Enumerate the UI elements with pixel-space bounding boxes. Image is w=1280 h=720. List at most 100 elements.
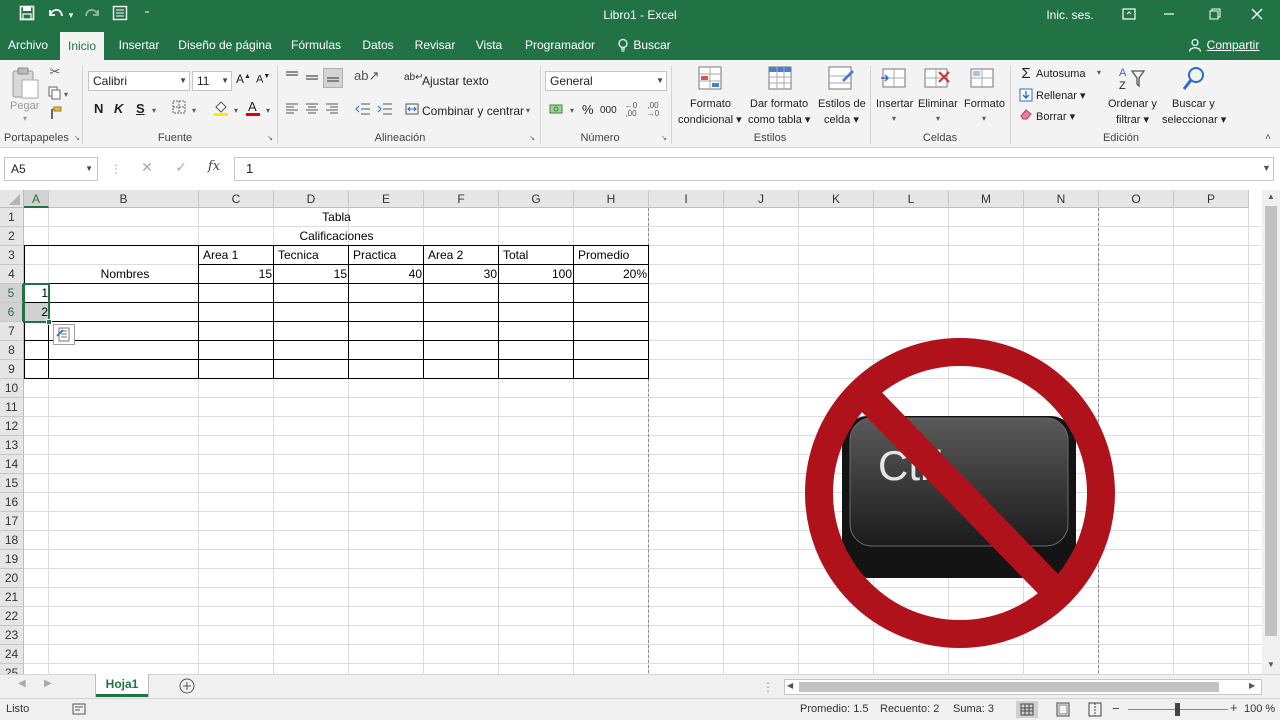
sheet-tab-hoja1[interactable]: Hoja1 bbox=[96, 674, 148, 697]
redo-icon[interactable] bbox=[80, 5, 104, 25]
increase-indent-icon[interactable] bbox=[376, 102, 394, 118]
decrease-decimal-icon[interactable]: ,00 →0 bbox=[644, 102, 662, 118]
column-header-i[interactable]: I bbox=[649, 190, 724, 208]
sort-filter-label-2[interactable]: filtrar ▾ bbox=[1116, 113, 1149, 126]
decrease-indent-icon[interactable] bbox=[354, 102, 372, 118]
expand-formula-icon[interactable]: ▼ bbox=[1262, 163, 1274, 173]
sort-filter-icon[interactable]: AZ bbox=[1116, 64, 1148, 96]
font-color-dropdown-icon[interactable]: ▾ bbox=[264, 106, 272, 115]
restore-icon[interactable] bbox=[1192, 0, 1238, 30]
row-header-11[interactable]: 11 bbox=[0, 398, 24, 417]
page-break-view-icon[interactable] bbox=[1084, 701, 1106, 718]
row-header-7[interactable]: 7 bbox=[0, 322, 24, 341]
tab-revisar[interactable]: Revisar bbox=[408, 30, 462, 60]
tab-datos[interactable]: Datos bbox=[356, 30, 400, 60]
insert-function-icon[interactable]: fx bbox=[204, 159, 224, 179]
copy-dropdown-icon[interactable]: ▾ bbox=[62, 90, 70, 99]
form-icon[interactable] bbox=[110, 5, 130, 25]
column-header-n[interactable]: N bbox=[1024, 190, 1099, 208]
font-size-combo[interactable]: 11 ▼ bbox=[192, 71, 232, 91]
row-header-9[interactable]: 9 bbox=[0, 360, 24, 379]
column-header-b[interactable]: B bbox=[49, 190, 199, 208]
hscroll-thumb[interactable] bbox=[799, 682, 1219, 692]
row-header-10[interactable]: 10 bbox=[0, 379, 24, 398]
font-name-combo[interactable]: Calibri ▼ bbox=[88, 71, 190, 91]
align-bottom-icon[interactable] bbox=[323, 68, 343, 88]
row-header-17[interactable]: 17 bbox=[0, 512, 24, 531]
paste-dropdown-icon[interactable]: ▾ bbox=[20, 114, 30, 123]
new-sheet-icon[interactable] bbox=[178, 677, 196, 695]
align-center-icon[interactable] bbox=[304, 102, 320, 118]
row-header-15[interactable]: 15 bbox=[0, 474, 24, 493]
tab-inicio[interactable]: Inicio bbox=[60, 32, 104, 60]
fill-dropdown-icon[interactable]: ▾ bbox=[232, 106, 240, 115]
clipboard-launcher-icon[interactable]: ↘ bbox=[73, 134, 81, 142]
row-header-3[interactable]: 3 bbox=[0, 246, 24, 265]
cell-d2-subtitle[interactable]: Calificaciones bbox=[274, 227, 399, 246]
underline-dropdown-icon[interactable]: ▾ bbox=[150, 106, 158, 115]
accounting-icon[interactable] bbox=[548, 102, 566, 118]
format-as-table-icon[interactable] bbox=[766, 64, 796, 96]
find-select-label-2[interactable]: seleccionar ▾ bbox=[1162, 113, 1226, 126]
column-header-c[interactable]: C bbox=[199, 190, 274, 208]
format-painter-icon[interactable] bbox=[46, 106, 64, 124]
cell-d3-header[interactable]: Tecnica bbox=[278, 246, 350, 265]
conditional-format-label-1[interactable]: Formato bbox=[690, 98, 731, 110]
fill-handle[interactable] bbox=[46, 319, 52, 325]
minimize-icon[interactable] bbox=[1146, 0, 1192, 30]
cancel-icon[interactable]: ✕ bbox=[138, 159, 156, 179]
cell-e4-weight[interactable]: 40 bbox=[350, 265, 422, 284]
fill-button[interactable]: Rellenar ▾ bbox=[1036, 89, 1086, 102]
wrap-text-icon[interactable]: ab↵ bbox=[404, 72, 424, 88]
cell-e3-header[interactable]: Practica bbox=[353, 246, 425, 265]
number-format-combo[interactable]: General ▼ bbox=[545, 71, 667, 91]
row-header-4[interactable]: 4 bbox=[0, 265, 24, 284]
next-sheet-icon[interactable]: ▶ bbox=[44, 678, 58, 689]
autosum-dropdown-icon[interactable]: ▾ bbox=[1094, 68, 1104, 77]
cell-styles-label-2[interactable]: celda ▾ bbox=[824, 113, 859, 126]
prev-sheet-icon[interactable]: ◀ bbox=[18, 678, 32, 689]
tab-programador[interactable]: Programador bbox=[518, 30, 602, 60]
autofill-options-icon[interactable] bbox=[53, 324, 75, 345]
format-cells-button[interactable]: Formato bbox=[964, 98, 1005, 110]
fill-color-icon[interactable] bbox=[212, 99, 230, 119]
zoom-out-icon[interactable]: − bbox=[1112, 702, 1124, 716]
find-select-label-1[interactable]: Buscar y bbox=[1172, 98, 1215, 110]
merge-center-icon[interactable] bbox=[404, 102, 420, 118]
thousands-button[interactable]: 000 bbox=[600, 105, 617, 116]
cell-g4-weight[interactable]: 100 bbox=[500, 265, 572, 284]
orientation-icon[interactable]: ab↗ bbox=[354, 68, 379, 86]
row-header-16[interactable]: 16 bbox=[0, 493, 24, 512]
scroll-left-icon[interactable]: ◀ bbox=[787, 681, 797, 690]
name-box[interactable]: A5 ▼ bbox=[4, 157, 98, 181]
row-header-12[interactable]: 12 bbox=[0, 417, 24, 436]
column-header-h[interactable]: H bbox=[574, 190, 649, 208]
decrease-font-icon[interactable]: A▼ bbox=[256, 73, 270, 86]
merge-center-button[interactable]: Combinar y centrar bbox=[422, 104, 524, 118]
close-icon[interactable] bbox=[1234, 0, 1280, 30]
worksheet-grid[interactable]: ABCDEFGHIJKLMNOP 1 2 3 4 5 6 7 8 9 10 11 12 13 14 15 16… bbox=[0, 190, 1262, 674]
font-color-icon[interactable]: A bbox=[244, 98, 262, 120]
column-header-o[interactable]: O bbox=[1099, 190, 1174, 208]
align-middle-icon[interactable] bbox=[304, 70, 320, 86]
paste-label[interactable]: Pegar bbox=[10, 100, 39, 112]
vertical-scrollbar[interactable]: ▲ ▼ bbox=[1262, 190, 1280, 674]
formula-input[interactable]: 1 bbox=[234, 157, 1274, 181]
macro-record-icon[interactable] bbox=[72, 702, 86, 716]
undo-dropdown-icon[interactable]: ▾ bbox=[66, 5, 76, 25]
scroll-right-icon[interactable]: ▶ bbox=[1249, 681, 1259, 690]
format-dropdown-icon[interactable]: ▾ bbox=[979, 114, 989, 123]
increase-decimal-icon[interactable]: ←0,00 bbox=[622, 102, 640, 118]
delete-cells-icon[interactable] bbox=[922, 64, 952, 96]
cell-d4-weight[interactable]: 15 bbox=[275, 265, 347, 284]
delete-dropdown-icon[interactable]: ▾ bbox=[933, 114, 943, 123]
normal-view-icon[interactable] bbox=[1016, 701, 1038, 718]
tab-diseno-pagina[interactable]: Diseño de página bbox=[174, 30, 276, 60]
paste-icon[interactable] bbox=[8, 66, 42, 102]
cell-h4-weight[interactable]: 20% bbox=[575, 265, 647, 284]
row-header-5[interactable]: 5 bbox=[0, 284, 24, 303]
row-header-21[interactable]: 21 bbox=[0, 588, 24, 607]
zoom-level[interactable]: 100 % bbox=[1244, 703, 1275, 715]
page-layout-view-icon[interactable] bbox=[1052, 701, 1074, 718]
autosum-button[interactable]: Autosuma bbox=[1036, 68, 1086, 80]
